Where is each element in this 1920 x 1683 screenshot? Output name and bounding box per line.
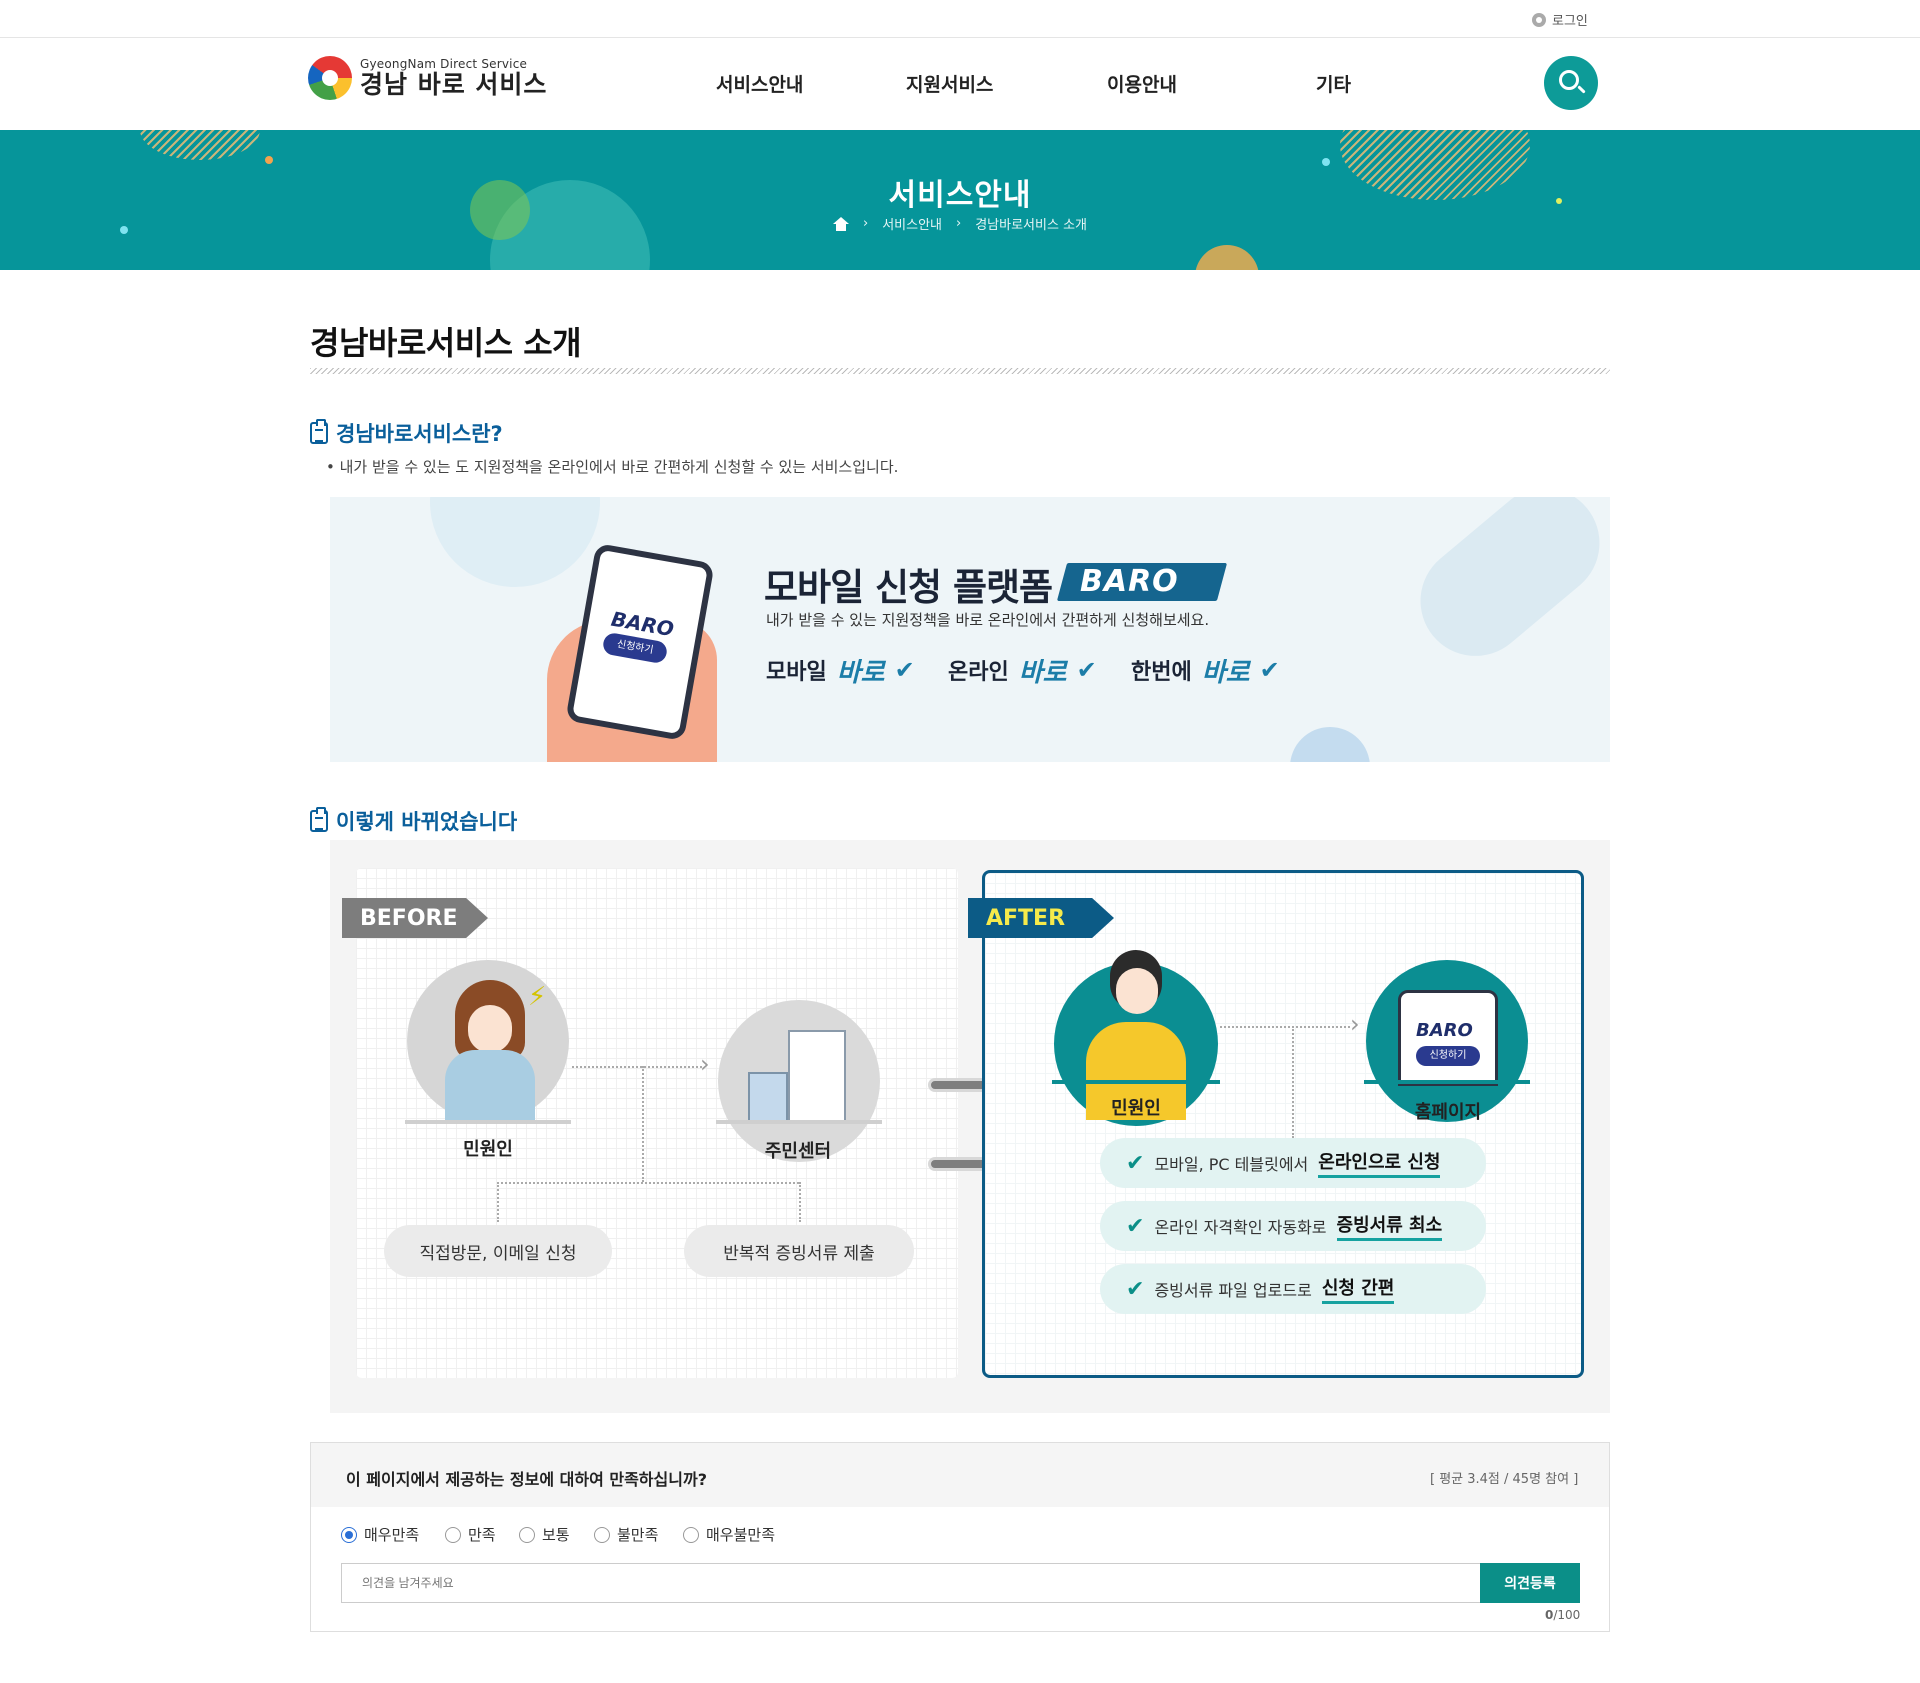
- radio-button[interactable]: [683, 1526, 699, 1543]
- breadcrumb: › 서비스안내 › 경남바로서비스 소개: [0, 214, 1920, 233]
- baro-tag: BARO: [1080, 564, 1179, 599]
- logo-title: 경남 바로 서비스: [360, 70, 548, 99]
- comment-input[interactable]: [341, 1563, 1481, 1603]
- login-icon: [1532, 12, 1546, 27]
- site-logo[interactable]: GyeongNam Direct Service 경남 바로 서비스: [308, 56, 547, 100]
- promo-title: 모바일 신청 플랫폼: [764, 566, 1053, 609]
- login-label: 로그인: [1552, 14, 1588, 29]
- radio-button[interactable]: [519, 1526, 535, 1543]
- option-very-satisfied[interactable]: 매우만족: [341, 1524, 419, 1545]
- breadcrumb-item[interactable]: 서비스안내: [882, 214, 942, 233]
- check-icon: ✔: [894, 656, 915, 684]
- radio-button[interactable]: [445, 1526, 461, 1543]
- homepage-baro-text: BARO: [1416, 1020, 1473, 1041]
- section-heading-changes: 이렇게 바뀌었습니다: [310, 806, 517, 836]
- before-pill-visit: 직접방문, 이메일 신청: [384, 1225, 612, 1277]
- nav-service-guide[interactable]: 서비스안내: [716, 70, 803, 97]
- option-dissatisfied[interactable]: 불만족: [594, 1524, 658, 1545]
- survey-question: 이 페이지에서 제공하는 정보에 대하여 만족하십니까?: [346, 1470, 707, 1489]
- search-button[interactable]: [1544, 56, 1598, 110]
- option-very-dissatisfied[interactable]: 매우불만족: [683, 1524, 775, 1545]
- intro-text: • 내가 받을 수 있는 도 지원정책을 온라인에서 바로 간편하게 신청할 수…: [326, 458, 899, 476]
- check-icon: ✔: [1126, 1213, 1145, 1239]
- arrow-right-icon: ›: [700, 1050, 710, 1078]
- clipboard-icon: [310, 807, 328, 832]
- section-heading-about: 경남바로서비스란?: [310, 418, 503, 448]
- home-icon[interactable]: [833, 216, 849, 231]
- homepage-label: 홈페이지: [1414, 1102, 1482, 1123]
- check-icon: ✔: [1076, 656, 1097, 684]
- promo-description: 내가 받을 수 있는 지원정책을 바로 온라인에서 간편하게 신청해보세요.: [766, 611, 1210, 629]
- option-neutral[interactable]: 보통: [519, 1524, 570, 1545]
- radio-button[interactable]: [594, 1526, 610, 1543]
- top-bar: [0, 0, 1920, 38]
- before-pill-documents: 반복적 증빙서류 제출: [684, 1225, 914, 1277]
- after-ribbon: AFTER: [968, 898, 1114, 938]
- chip-online: 온라인 바로 ✔: [942, 650, 1097, 690]
- submit-comment-button[interactable]: 의견등록: [1480, 1563, 1580, 1603]
- nav-usage-guide[interactable]: 이용안내: [1107, 70, 1177, 97]
- homepage-apply-button: 신청하기: [1416, 1046, 1480, 1066]
- community-center-label: 주민센터: [764, 1141, 832, 1162]
- login-link[interactable]: 로그인: [1532, 10, 1588, 29]
- chip-mobile: 모바일 바로 ✔: [760, 650, 915, 690]
- clipboard-icon: [310, 419, 328, 444]
- survey-stats: [ 평균 3.4점 / 45명 참여 ]: [1430, 1472, 1579, 1487]
- arrow-right-icon: ›: [1350, 1010, 1360, 1038]
- check-icon: ✔: [1259, 656, 1280, 684]
- banner-title: 서비스안내: [888, 178, 1032, 213]
- after-person-label: 민원인: [1111, 1098, 1161, 1119]
- before-person-label: 민원인: [463, 1139, 513, 1160]
- check-icon: ✔: [1126, 1276, 1145, 1302]
- radio-button[interactable]: [341, 1526, 357, 1543]
- chip-once: 한번에 바로 ✔: [1125, 650, 1280, 690]
- option-satisfied[interactable]: 만족: [445, 1524, 496, 1545]
- benefit-online-apply: ✔ 모바일, PC 테블릿에서 온라인으로 신청: [1100, 1138, 1486, 1188]
- title-divider: [310, 368, 1610, 374]
- before-ribbon: BEFORE: [342, 898, 488, 938]
- lightning-icon: ⚡: [528, 982, 547, 1012]
- char-counter: 0/100: [1545, 1608, 1581, 1622]
- logo-subtitle: GyeongNam Direct Service: [360, 57, 528, 71]
- search-icon: [1559, 70, 1579, 90]
- check-icon: ✔: [1126, 1150, 1145, 1176]
- page-title: 경남바로서비스 소개: [310, 324, 582, 362]
- benefit-easy-apply: ✔ 증빙서류 파일 업로드로 신청 간편: [1100, 1264, 1486, 1314]
- nav-etc[interactable]: 기타: [1316, 70, 1351, 97]
- nav-support-service[interactable]: 지원서비스: [906, 70, 993, 97]
- benefit-min-documents: ✔ 온라인 자격확인 자동화로 증빙서류 최소: [1100, 1201, 1486, 1251]
- breadcrumb-current: 경남바로서비스 소개: [975, 218, 1087, 233]
- logo-mark-icon: [308, 56, 352, 100]
